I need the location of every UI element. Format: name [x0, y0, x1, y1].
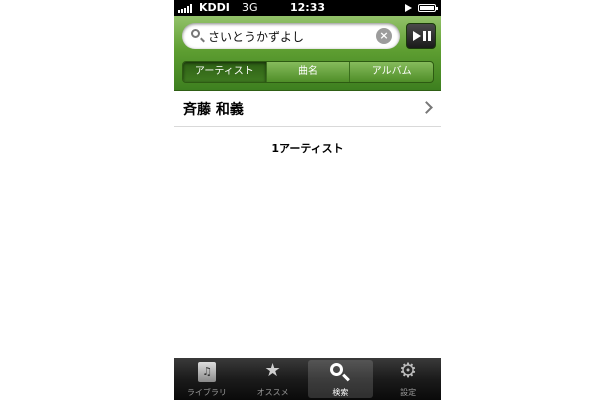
search-scope-segmented-control: アーティスト 曲名 アルバム — [182, 61, 434, 83]
phone-screen: KDDI 3G 12:33 さいとうかずよし × アーティスト 曲名 アルバム … — [174, 0, 441, 400]
search-icon — [191, 29, 200, 38]
library-icon: ♫ — [198, 362, 216, 382]
result-count: 1アーティスト — [271, 142, 344, 155]
tab-bar: ♫ ライブラリ ★ オススメ 検索 ⚙ 設定 — [174, 358, 441, 400]
pause-icon — [423, 31, 426, 41]
gear-icon: ⚙ — [399, 358, 418, 382]
tab-label: 設定 — [400, 388, 417, 397]
chevron-right-icon — [420, 101, 433, 114]
tab-search[interactable]: 検索 — [307, 360, 374, 398]
search-header: さいとうかずよし × アーティスト 曲名 アルバム — [174, 16, 441, 91]
play-pause-button[interactable] — [406, 23, 436, 49]
tab-label: オススメ — [256, 388, 289, 397]
list-item[interactable]: 斉藤 和義 — [174, 91, 441, 127]
artist-name: 斉藤 和義 — [183, 102, 244, 118]
status-time: 12:33 — [289, 1, 325, 14]
search-query: さいとうかずよし — [208, 30, 305, 44]
segment-artist[interactable]: アーティスト — [183, 62, 266, 82]
tab-settings[interactable]: ⚙ 設定 — [375, 358, 441, 400]
search-input[interactable]: さいとうかずよし × — [182, 23, 400, 49]
status-bar: KDDI 3G 12:33 — [174, 0, 441, 16]
tab-library[interactable]: ♫ ライブラリ — [174, 358, 240, 400]
stars-icon: ★ — [264, 360, 281, 381]
play-icon — [413, 31, 421, 41]
tab-recommended[interactable]: ★ オススメ — [240, 358, 306, 400]
now-playing-icon — [405, 4, 412, 12]
segment-song[interactable]: 曲名 — [265, 62, 350, 82]
tab-label: 検索 — [332, 388, 349, 397]
tab-label: ライブラリ — [186, 388, 227, 397]
search-icon — [329, 363, 343, 376]
battery-icon — [418, 4, 438, 12]
clear-search-icon[interactable]: × — [376, 28, 392, 44]
segment-album[interactable]: アルバム — [349, 62, 433, 82]
